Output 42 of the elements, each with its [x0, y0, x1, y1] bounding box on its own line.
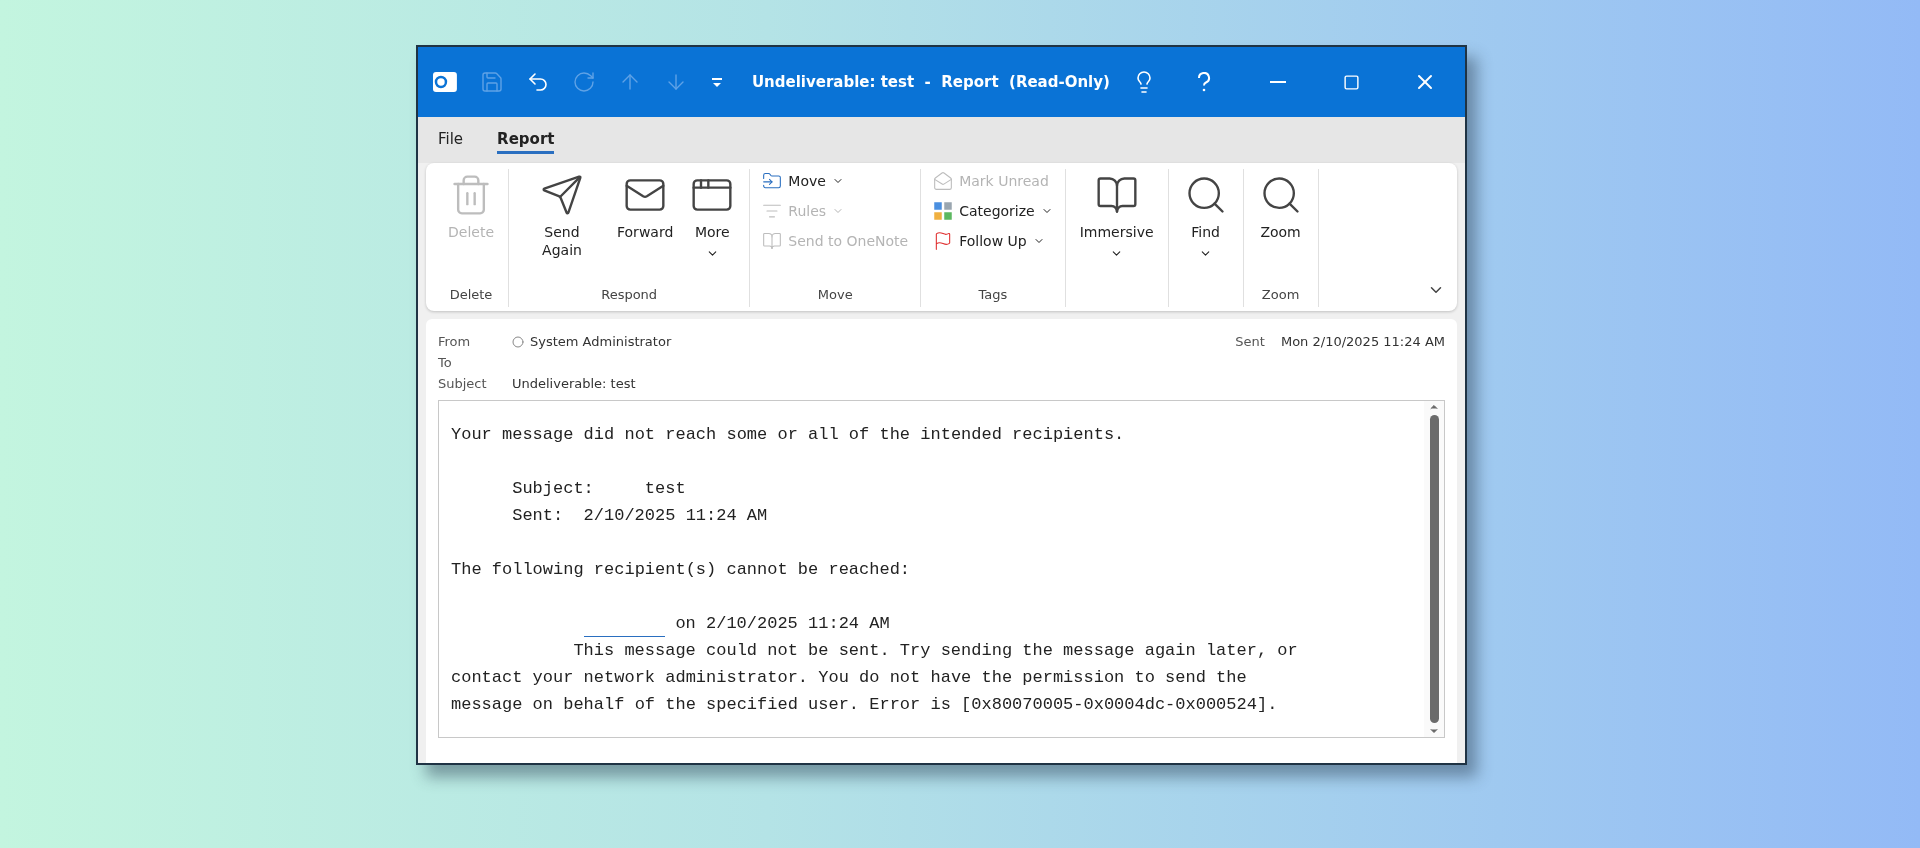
scroll-thumb[interactable] — [1429, 415, 1439, 723]
ribbon-tab[interactable]: File — [438, 126, 464, 154]
field-label: Sent — [1235, 334, 1265, 349]
subject-text: Undeliverable: test — [512, 376, 636, 391]
field-label: From — [438, 334, 472, 349]
ribbon-button[interactable]: Follow Up — [929, 229, 1057, 253]
field-label: Subject — [438, 376, 488, 391]
ribbon-button[interactable]: Send Again — [517, 169, 607, 287]
ribbon-button[interactable]: Zoom — [1251, 169, 1310, 287]
body-text: Your message did not reach some or all of the intended recipients. — [451, 424, 1126, 446]
error-text: This message could not be sent. Try sending the message again later, or contact your network administrator. You do not have the permission to send the message on behalf of the specified user. Error is [0x80070005-0x0004dc-0x000524]. — [451, 640, 1299, 716]
body-text: Sent: 2/10/2025 11:24 AM — [511, 505, 769, 527]
sent-date: Mon 2/10/2025 11:24 AM — [1280, 334, 1445, 349]
open-envelope-icon — [933, 171, 954, 191]
body-text: The following recipient(s) cannot be reached: — [451, 559, 912, 581]
maximize-icon — [1342, 73, 1360, 91]
ribbon-button[interactable]: Move — [758, 169, 913, 193]
ribbon-button[interactable]: Categorize — [929, 199, 1057, 223]
paper-plane-icon — [540, 173, 584, 217]
ribbon-button[interactable]: Forward — [611, 169, 680, 287]
ribbon-button[interactable]: Immersive — [1073, 169, 1160, 287]
ribbon-tab[interactable]: Report — [497, 126, 555, 154]
ribbon-button[interactable]: More — [683, 169, 742, 287]
scrollbar[interactable] — [1424, 401, 1444, 737]
presence-icon — [512, 335, 524, 348]
group-label: Tags — [977, 287, 1009, 304]
ribbon-button[interactable]: Find — [1176, 169, 1235, 287]
field-label: To — [438, 355, 453, 370]
body-text: Subject: test — [511, 478, 687, 500]
color-squares-icon — [933, 201, 954, 221]
group-label: Delete — [448, 287, 494, 304]
group-label: Move — [816, 287, 854, 304]
group-label: Zoom — [1260, 287, 1301, 304]
customize-icon[interactable] — [709, 75, 724, 89]
sender-name[interactable]: System Administrator — [512, 334, 672, 349]
question-mark-icon — [1196, 72, 1211, 92]
body-text: on 2/10/2025 11:24 AM — [675, 614, 890, 633]
minimize-icon — [1269, 81, 1286, 83]
folder-arrow-icon — [762, 171, 783, 191]
group-label: Respond — [600, 287, 659, 304]
app-logo-icon — [432, 70, 458, 94]
window-title: Undeliverable: test - Report (Read-Only) — [751, 73, 1110, 91]
